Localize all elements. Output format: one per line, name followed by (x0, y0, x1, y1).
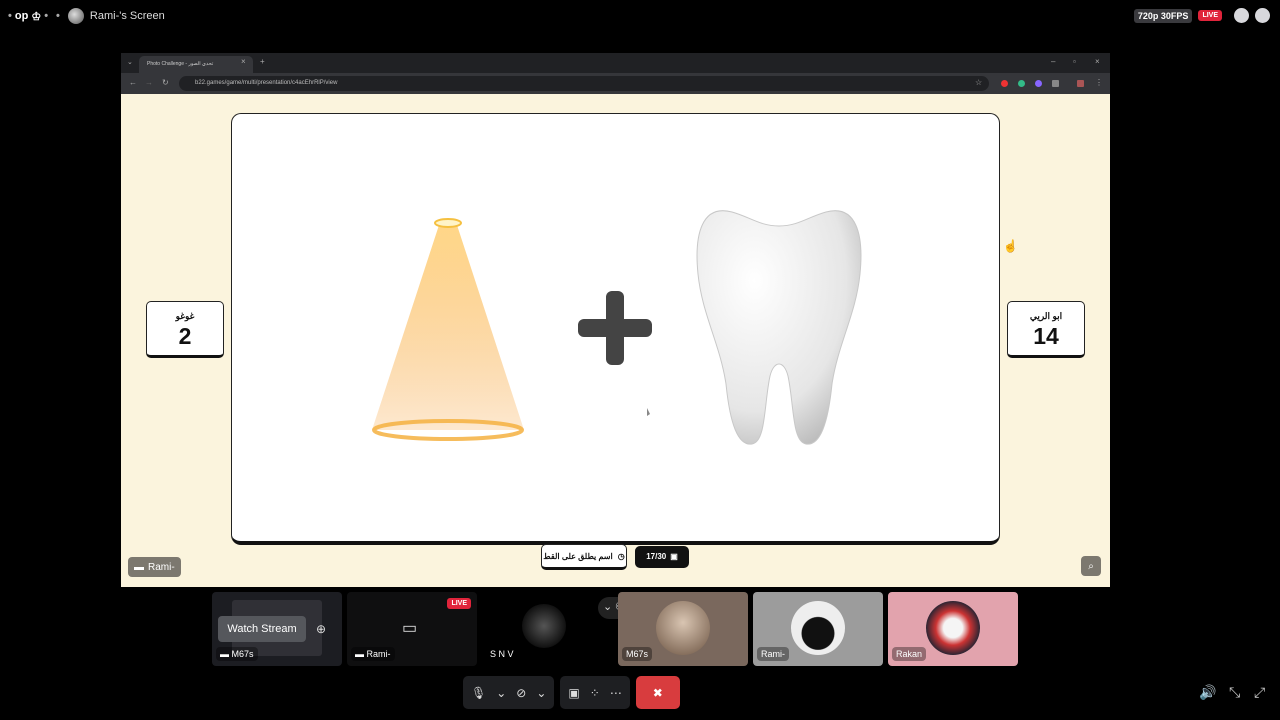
presenter-chip: ▬ Rami- (128, 557, 181, 577)
participant-tile[interactable]: Rakan (888, 592, 1018, 666)
server-label: op (14, 10, 29, 22)
camera-off-icon[interactable]: ⊘ (516, 686, 526, 700)
participant-tile[interactable]: S N V (482, 592, 612, 666)
tile-name: Rakan (892, 647, 927, 661)
call-controls: 🎙 ⌄ ⊘ ⌄ ▣ ⁘ ⋯ ✖ (463, 676, 680, 709)
tile-name: S N V (490, 649, 514, 659)
magnifier-icon: ⌕ (1088, 560, 1094, 572)
sharer-screen-title: Rami-'s Screen (89, 10, 165, 22)
restore-icon[interactable]: ▫ (1073, 57, 1076, 66)
screen-share-icon: ▭ (402, 620, 418, 637)
more-options-icon[interactable]: ⋯ (610, 686, 622, 700)
chat-icon[interactable] (1234, 8, 1249, 23)
presenter-name: Rami- (148, 561, 175, 573)
profile-icon[interactable] (1077, 80, 1084, 87)
zoom-button[interactable]: ⌕ (1081, 556, 1101, 576)
back-icon[interactable]: ← (129, 78, 137, 87)
stream-header-left: • op ♔ • • Rami-'s Screen (8, 8, 165, 24)
bullet-icon: • (44, 10, 49, 22)
avatar (656, 601, 710, 655)
reload-icon[interactable]: ↻ (162, 78, 169, 87)
light-cone-image (372, 218, 524, 441)
microphone-icon[interactable]: 🎙 (471, 686, 486, 700)
browser-tab[interactable]: Photo Challenge - تحدي الصور (139, 56, 253, 73)
team-name: ابو الريي (1029, 311, 1063, 321)
exit-fullscreen-icon[interactable]: ⤢ (1254, 684, 1265, 701)
right-team-score-card: ابو الريي 14 (1007, 301, 1085, 358)
avatar (926, 601, 980, 655)
leave-icon: ✖ (652, 685, 663, 700)
avatar (791, 601, 845, 655)
quality-badge: 720p 30FPS (1133, 8, 1193, 23)
minimize-icon[interactable]: – (1051, 57, 1055, 66)
watch-stream-label: Watch Stream (227, 623, 297, 635)
mouse-cursor-icon (647, 408, 650, 416)
share-screen-icon[interactable]: ▣ (568, 686, 579, 700)
forward-icon[interactable]: → (145, 78, 153, 87)
tile-name: M67s (622, 647, 653, 661)
chevron-down-icon[interactable]: ⌄ (496, 686, 506, 700)
shared-screen: ⌄ Photo Challenge - تحدي الصور × + – ▫ ×… (121, 53, 1110, 587)
participant-tile[interactable]: Rami- (753, 592, 883, 666)
participant-tile[interactable]: ▭ LIVE ▬ Rami- (347, 592, 477, 666)
participant-tiles: Watch Stream ⊕ ▬ M67s ▭ LIVE ▬ Rami- S N… (212, 592, 1020, 666)
avatar (522, 604, 566, 648)
activity-group: ▣ ⁘ ⋯ (560, 676, 630, 709)
extension-icon[interactable] (1001, 80, 1008, 87)
participant-tile[interactable]: Watch Stream ⊕ ▬ M67s (212, 592, 342, 666)
activities-icon[interactable]: ⁘ (590, 686, 600, 700)
tab-menu-icon[interactable]: ⌄ (127, 58, 133, 66)
extensions-puzzle-icon[interactable] (1052, 80, 1059, 87)
address-bar[interactable]: b22.games/game/multi/presentation/c4acEh… (179, 76, 989, 91)
puzzle-illustration (372, 210, 862, 445)
volume-icon[interactable]: 🔊 (1199, 684, 1216, 701)
tab-close-icon[interactable]: × (241, 57, 246, 66)
team-score: 14 (1033, 323, 1059, 349)
chat-bubble-icon[interactable] (1255, 8, 1270, 23)
stream-top-bar: • op ♔ • • Rami-'s Screen 720p 30FPS LIV… (0, 0, 1280, 32)
leave-call-button[interactable]: ✖ (635, 676, 680, 709)
bullet-icon: • (8, 10, 12, 22)
tile-name: ▬ M67s (216, 647, 258, 661)
team-name: غوغو (175, 311, 195, 321)
hand-cursor-icon: ☝ (1003, 239, 1018, 253)
extension-icon[interactable] (1018, 80, 1025, 87)
separator-dot: • (56, 10, 60, 22)
window-close-icon[interactable]: × (1095, 57, 1100, 66)
sharer-avatar[interactable] (67, 8, 84, 24)
left-team-score-card: غوغو 2 (146, 301, 224, 358)
browser-tab-strip: ⌄ Photo Challenge - تحدي الصور × + – ▫ × (121, 53, 1110, 73)
tab-title: Photo Challenge - تحدي الصور (147, 61, 214, 67)
team-score: 2 (178, 323, 192, 349)
mic-camera-group: 🎙 ⌄ ⊘ ⌄ (463, 676, 555, 709)
browser-menu-icon[interactable]: ⋮ (1095, 78, 1103, 87)
crown-icon: ♔ (31, 10, 42, 23)
bookmark-star-icon[interactable]: ☆ (975, 78, 982, 87)
new-tab-icon[interactable]: + (260, 57, 265, 66)
clock-icon: ◷ (617, 551, 625, 561)
chevron-down-icon: ⌄ (603, 601, 613, 613)
screen-icon: ▬ (134, 561, 144, 573)
add-stream-icon[interactable]: ⊕ (316, 622, 326, 636)
hint-text: اسم يطلق على القط (543, 551, 613, 561)
progress-counter: 17/30 (646, 551, 667, 561)
tooth-image (696, 210, 862, 445)
live-badge: LIVE (1198, 10, 1222, 21)
watch-stream-button[interactable]: Watch Stream (218, 616, 306, 642)
plus-icon (578, 291, 652, 365)
browser-toolbar: ← → ↻ b22.games/game/multi/presentation/… (121, 73, 1110, 94)
participant-tile[interactable]: M67s (618, 592, 748, 666)
chevron-down-icon[interactable]: ⌄ (536, 686, 546, 700)
puzzle-card (231, 113, 1000, 545)
progress-pill: 17/30 ▣ (635, 546, 689, 568)
image-icon: ▣ (670, 551, 678, 561)
extension-icon[interactable] (1035, 80, 1042, 87)
pop-out-icon[interactable]: ⤡ (1229, 684, 1240, 701)
url-text: b22.games/game/multi/presentation/c4acEh… (195, 80, 338, 86)
stream-header-right: 720p 30FPS LIVE (1133, 8, 1270, 23)
hint-pill: اسم يطلق على القط ◷ (541, 544, 627, 570)
tile-name: ▬ Rami- (351, 647, 395, 661)
live-badge: LIVE (447, 598, 471, 609)
tile-name: Rami- (757, 647, 789, 661)
